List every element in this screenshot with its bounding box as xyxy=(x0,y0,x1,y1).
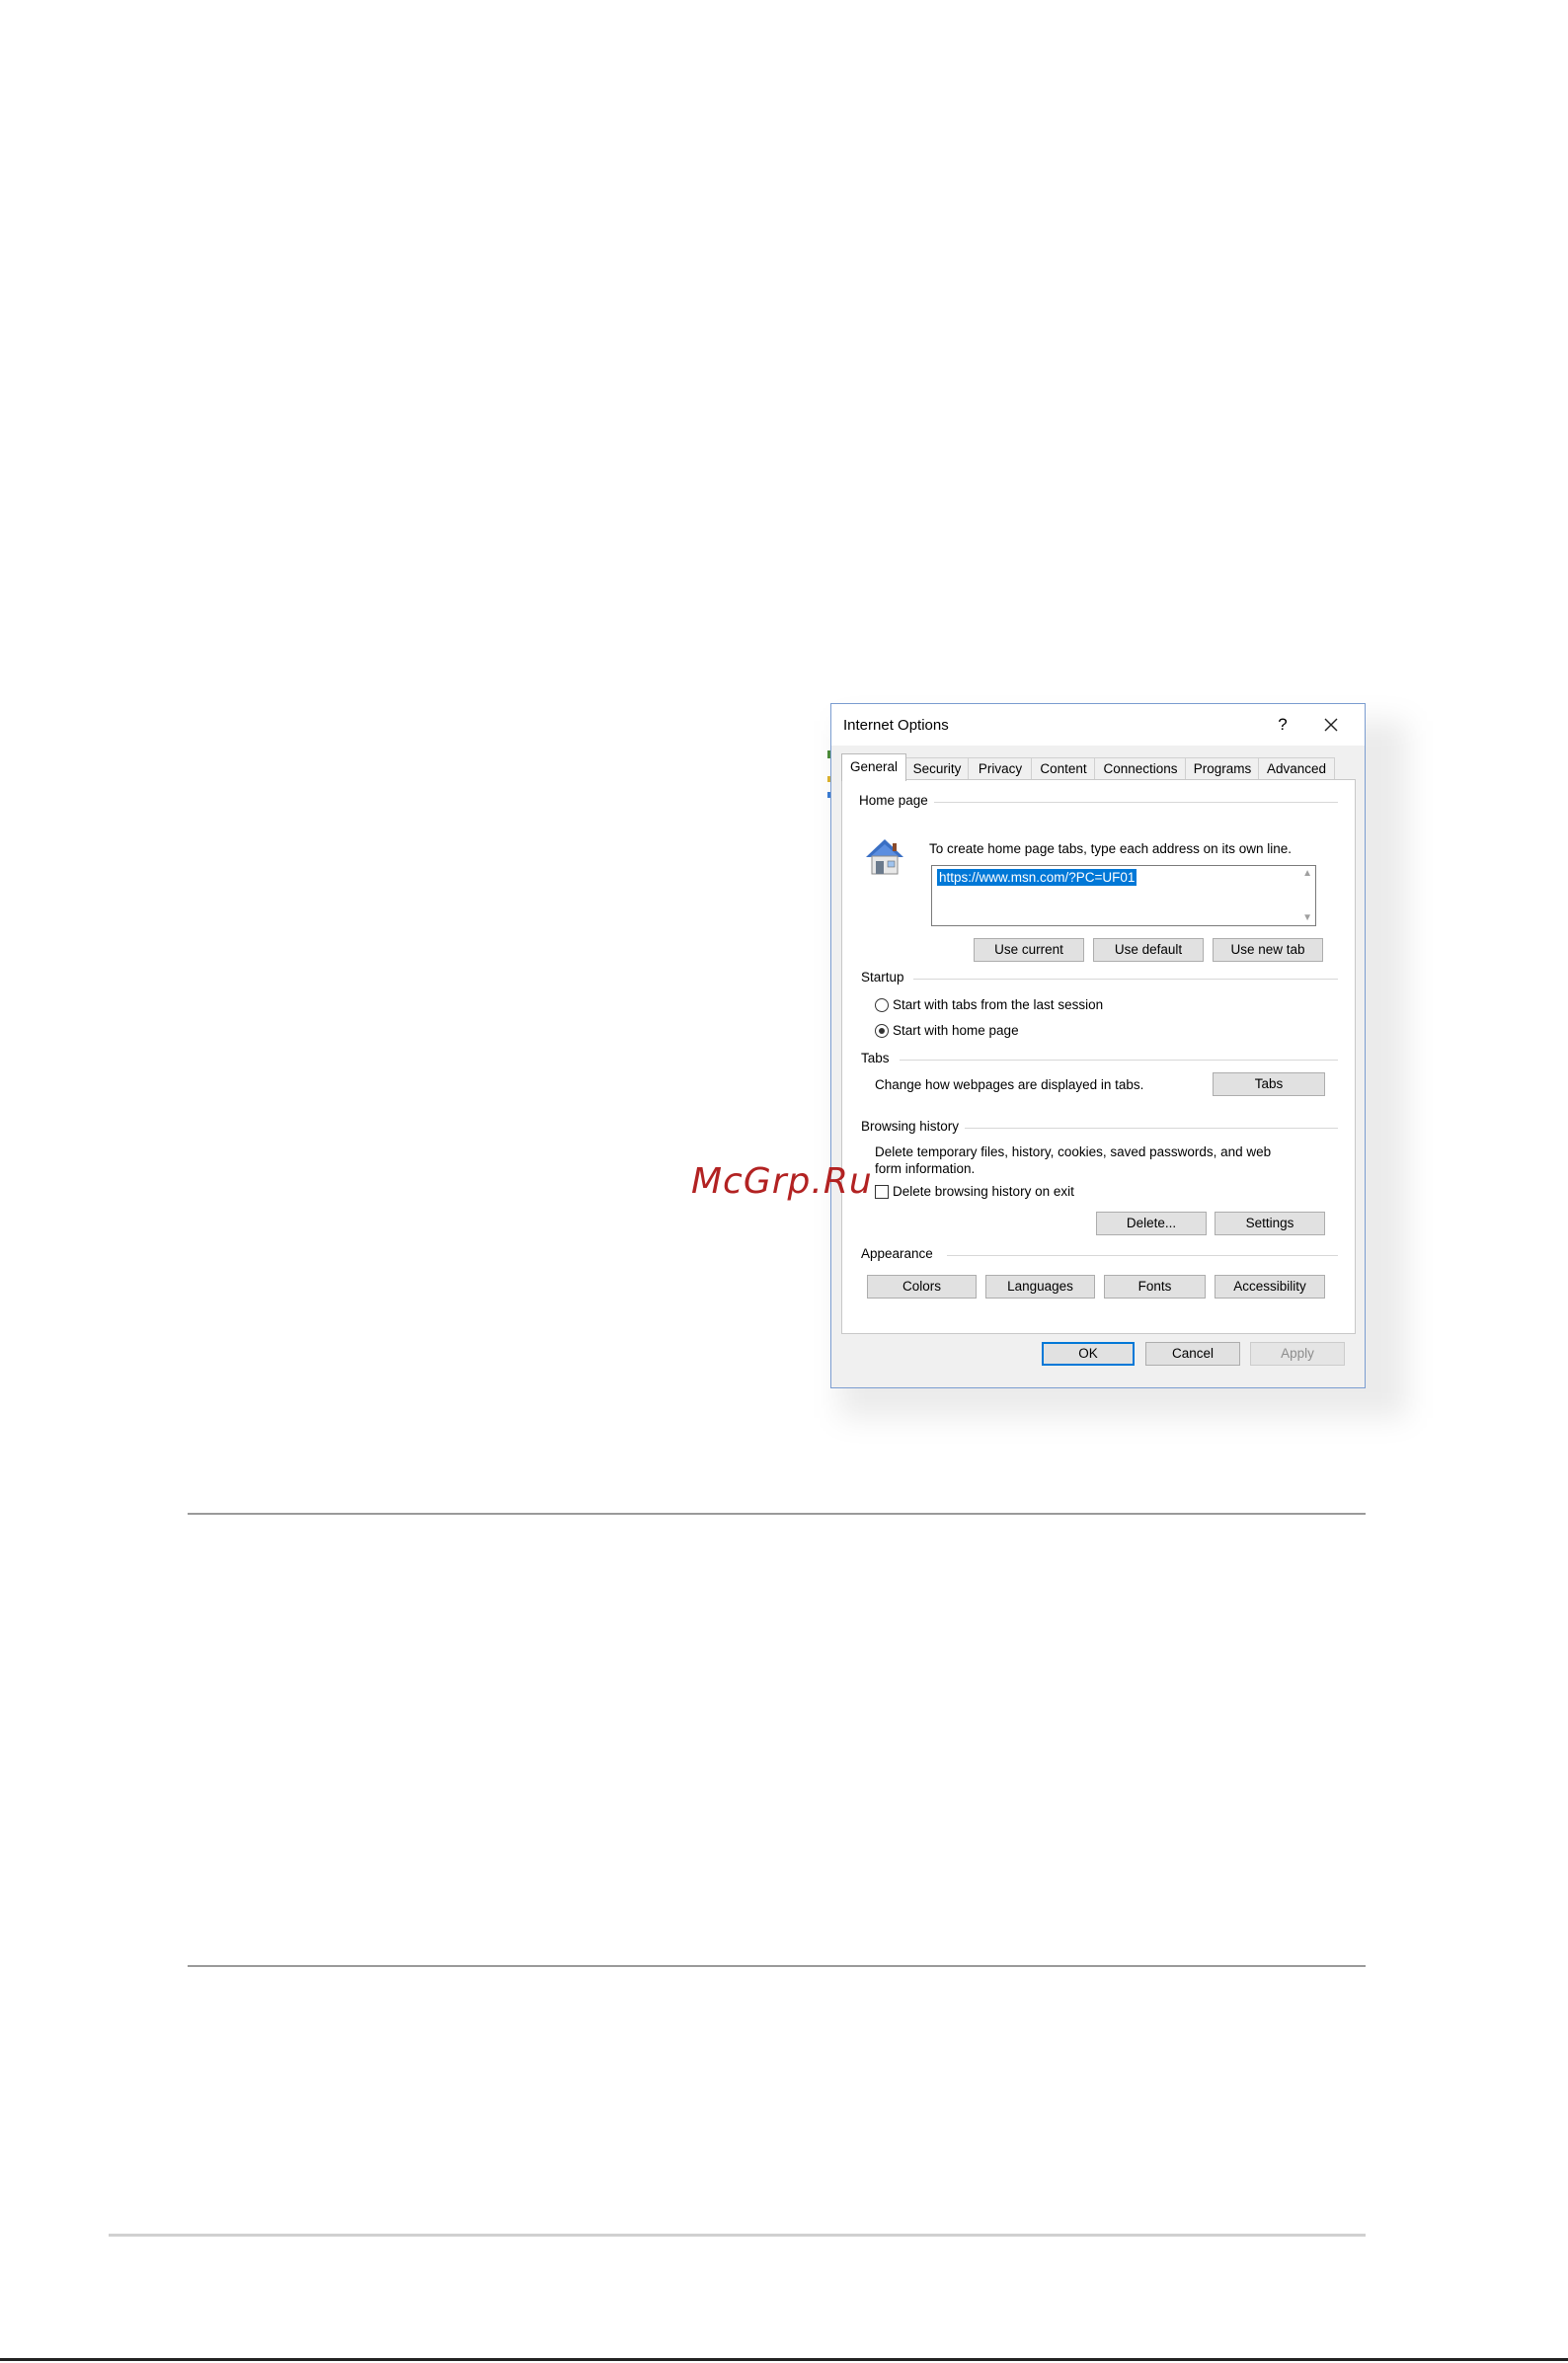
radio-home-page[interactable] xyxy=(875,1024,889,1038)
home-page-instruction: To create home page tabs, type each addr… xyxy=(929,841,1292,856)
delete-on-exit-label: Delete browsing history on exit xyxy=(893,1184,1074,1199)
tabs-heading: Tabs xyxy=(861,1051,896,1065)
home-page-url-value: https://www.msn.com/?PC=UF01 xyxy=(937,869,1137,886)
scroll-up-icon[interactable]: ▲ xyxy=(1302,868,1312,879)
tab-programs[interactable]: Programs xyxy=(1185,757,1260,780)
cancel-button[interactable]: Cancel xyxy=(1145,1342,1240,1366)
close-button[interactable] xyxy=(1313,710,1349,740)
browsing-history-group-line xyxy=(965,1128,1338,1129)
home-page-group-line xyxy=(931,802,1338,803)
tab-connections[interactable]: Connections xyxy=(1094,757,1187,780)
radio-last-session[interactable] xyxy=(875,998,889,1012)
browsing-history-description-1: Delete temporary files, history, cookies… xyxy=(875,1144,1272,1159)
divider-bottom xyxy=(109,2234,1366,2237)
home-page-heading: Home page xyxy=(859,793,934,808)
tab-content[interactable]: Content xyxy=(1031,757,1096,780)
background-window-edge xyxy=(827,750,830,798)
tabs-group-line xyxy=(900,1060,1338,1061)
house-icon xyxy=(866,839,903,875)
scroll-down-icon[interactable]: ▼ xyxy=(1302,912,1312,923)
use-current-button[interactable]: Use current xyxy=(974,938,1084,962)
radio-last-session-label: Start with tabs from the last session xyxy=(893,997,1104,1012)
appearance-group-line xyxy=(947,1255,1338,1256)
watermark: McGrp.Ru xyxy=(691,1161,873,1202)
title-bar[interactable]: Internet Options ? xyxy=(831,704,1365,746)
delete-button[interactable]: Delete... xyxy=(1096,1212,1207,1235)
page-edge-line xyxy=(0,2358,1568,2361)
home-page-url-textarea[interactable]: https://www.msn.com/?PC=UF01 ▲ ▼ xyxy=(931,865,1316,926)
use-new-tab-button[interactable]: Use new tab xyxy=(1213,938,1323,962)
use-default-button[interactable]: Use default xyxy=(1093,938,1204,962)
accessibility-button[interactable]: Accessibility xyxy=(1215,1275,1325,1299)
colors-button[interactable]: Colors xyxy=(867,1275,977,1299)
tab-general[interactable]: General xyxy=(841,753,906,781)
appearance-heading: Appearance xyxy=(861,1246,939,1261)
general-tab-panel: Home page To create home page tabs, type… xyxy=(841,779,1356,1334)
tab-advanced[interactable]: Advanced xyxy=(1258,757,1335,780)
delete-on-exit-checkbox[interactable] xyxy=(875,1185,889,1199)
divider-middle xyxy=(188,1965,1366,1967)
tabs-description: Change how webpages are displayed in tab… xyxy=(875,1077,1144,1092)
tab-security[interactable]: Security xyxy=(904,757,970,780)
fonts-button[interactable]: Fonts xyxy=(1104,1275,1206,1299)
help-button[interactable]: ? xyxy=(1268,712,1297,738)
ok-button[interactable]: OK xyxy=(1042,1342,1135,1366)
divider-top xyxy=(188,1513,1366,1515)
browsing-history-description-2: form information. xyxy=(875,1161,976,1176)
tab-privacy[interactable]: Privacy xyxy=(968,757,1033,780)
dialog-title: Internet Options xyxy=(843,717,949,734)
languages-button[interactable]: Languages xyxy=(985,1275,1095,1299)
close-icon xyxy=(1324,718,1338,732)
apply-button[interactable]: Apply xyxy=(1250,1342,1345,1366)
internet-options-dialog: Internet Options ? General Security Priv… xyxy=(830,703,1366,1388)
startup-heading: Startup xyxy=(861,970,910,985)
settings-button[interactable]: Settings xyxy=(1215,1212,1325,1235)
startup-group-line xyxy=(913,979,1338,980)
browsing-history-heading: Browsing history xyxy=(861,1119,966,1134)
radio-home-page-label: Start with home page xyxy=(893,1023,1019,1038)
tabs-button[interactable]: Tabs xyxy=(1213,1072,1325,1096)
